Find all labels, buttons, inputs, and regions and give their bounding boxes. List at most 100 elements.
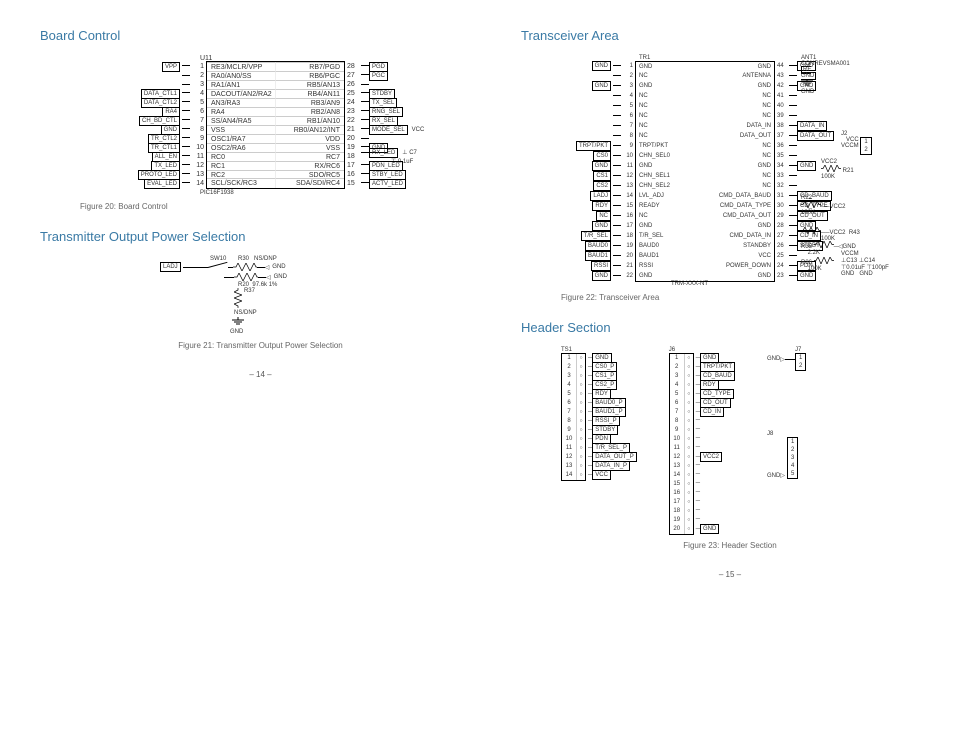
pin-number: 10 (190, 143, 206, 152)
r37-ref: R37 (244, 288, 255, 294)
pin-number: 22 (345, 116, 361, 125)
j7-j8-block: GND ▷ J7 1 2 J8 (767, 347, 806, 535)
header-pin: 8○ (562, 417, 585, 426)
header-pin: 4○ (562, 381, 585, 390)
pin-func: NC (636, 111, 698, 121)
header-pin: 12○ (670, 453, 693, 462)
pin-number: 20 (345, 134, 361, 143)
header-pin: 5 (788, 470, 797, 478)
page-number-left: – 14 – (40, 370, 481, 379)
net-label: DATA_IN (797, 121, 827, 131)
header-pin: 13○ (670, 462, 693, 471)
pin-number: 27 (345, 71, 361, 80)
tx-power-heading: Transmitter Output Power Selection (40, 229, 481, 244)
net-label: RDY (592, 201, 611, 211)
pin-number: 8 (190, 125, 206, 134)
net-label: GND (592, 271, 611, 281)
net-label: ─VCC (588, 470, 639, 479)
header-schematic: TS1 1○2○3○4○5○6○7○8○9○10○11○12○13○14○ ─G… (561, 347, 939, 535)
tr-pin-row: BAUD1 20 BAUD1 VCC 25 VCCM⊥C13 ⊥C14⊤0.01… (541, 251, 939, 261)
pin-number: 4 (621, 91, 635, 101)
pin-number: 29 (775, 211, 789, 221)
net-label: ─GND (588, 353, 639, 362)
pin-func: GND (698, 62, 774, 72)
net-label: GND (797, 271, 816, 281)
net-label: GND (592, 61, 611, 71)
net-label: ─RDY (696, 380, 737, 389)
net-label: ─ (696, 434, 737, 443)
resistor-v-icon (234, 288, 242, 308)
net-label: CS0 (593, 151, 611, 161)
header-pin: 6○ (562, 399, 585, 408)
pin-number: 4 (190, 89, 206, 98)
tr-pin-row: 7 NC DATA_IN 38 DATA_IN (541, 121, 939, 131)
header-pin: 9○ (670, 426, 693, 435)
tr-pin-row: CS1 12 CHN_SEL1 NC 33 (541, 171, 939, 181)
pin-func: CMD_DATA_OUT (698, 211, 774, 221)
tr-pin-row: CS0 10 CHN_SEL0 NC 35 (541, 151, 939, 161)
pin-number: 27 (775, 231, 789, 241)
header-pin: 3○ (562, 372, 585, 381)
pin-number: 5 (190, 98, 206, 107)
gnd-label: GND (274, 274, 287, 280)
resistor-icon (234, 273, 258, 281)
pin-func: NC (636, 91, 698, 101)
pin-number: 28 (775, 221, 789, 231)
pin-func: CMD_DATA_BAUD (698, 191, 774, 201)
pin-number: 40 (775, 101, 789, 111)
header-pin: 2○ (670, 363, 693, 372)
pin-number: 1 (190, 62, 206, 71)
tr-pin-row: RDY 15 READY CMD_DATA_TYPE 30 CD_TYPE R2… (541, 201, 939, 211)
pin-func: NC (698, 101, 774, 111)
sw-ref: SW10 (210, 256, 226, 262)
pin-number: 15 (621, 201, 635, 211)
pin-func: NC (698, 171, 774, 181)
pin-func: NC (636, 101, 698, 111)
header-pin: 19○ (670, 516, 693, 525)
pin-number: 7 (621, 121, 635, 131)
pin-number: 2 (621, 71, 635, 81)
net-label: ─DATA_IN_P (588, 461, 639, 470)
net-label: ─CD_TYPE (696, 389, 737, 398)
net-label: ─ (696, 497, 737, 506)
net-label: ─ (696, 416, 737, 425)
fig23-caption: Figure 23: Header Section (521, 541, 939, 550)
net-label: CD_OUT (797, 211, 828, 221)
net-label: ─ (696, 488, 737, 497)
pin-number: 19 (345, 143, 361, 152)
r20-val: 97.6k 1% (252, 282, 277, 288)
header-pin: 4○ (670, 381, 693, 390)
chip-pin-row: EVAL_LED 14 SCL/SCK/RC3 SDA/SDI/RC4 15 A… (90, 179, 481, 188)
header-pin: 17○ (670, 498, 693, 507)
ladj-label: LADJ (160, 262, 181, 272)
pin-func: GND (698, 81, 774, 91)
pin-func: SDA/SDI/RC4 (276, 178, 344, 188)
net-label: ─TRPT/PKT (696, 362, 737, 371)
pin-number: 24 (345, 98, 361, 107)
net-label: GND (592, 81, 611, 91)
pin-number: 28 (345, 62, 361, 71)
left-page: Board Control U11 VPP 1 RE3/MCLR/VPP RB7… (40, 20, 481, 579)
header-pin: 2○ (562, 363, 585, 372)
header-pin: 1○ (562, 354, 585, 363)
gnd-label: GND (230, 329, 481, 335)
pin-func: LVL_ADJ (636, 191, 698, 201)
transceiver-heading: Transceiver Area (521, 28, 939, 43)
page-spread: Board Control U11 VPP 1 RE3/MCLR/VPP RB7… (40, 20, 914, 579)
pin-func: GND (636, 161, 698, 171)
pin-number: 32 (775, 181, 789, 191)
pin-number: 37 (775, 131, 789, 141)
net-label: GND (592, 161, 611, 171)
pin-func: BAUD0 (636, 241, 698, 251)
fig22-caption: Figure 22: Transceiver Area (561, 293, 939, 302)
header-pin: 1 (788, 438, 797, 446)
net-label: ─ (696, 515, 737, 524)
pin-number: 24 (775, 261, 789, 271)
pin-number: 11 (190, 152, 206, 161)
pin-func: CHN_SEL1 (636, 171, 698, 181)
net-label: PGC (369, 71, 388, 81)
net-label: ─ (696, 470, 737, 479)
pin-number: 9 (621, 141, 635, 151)
pin-number: 11 (621, 161, 635, 171)
pin-func: VCC (698, 251, 774, 261)
